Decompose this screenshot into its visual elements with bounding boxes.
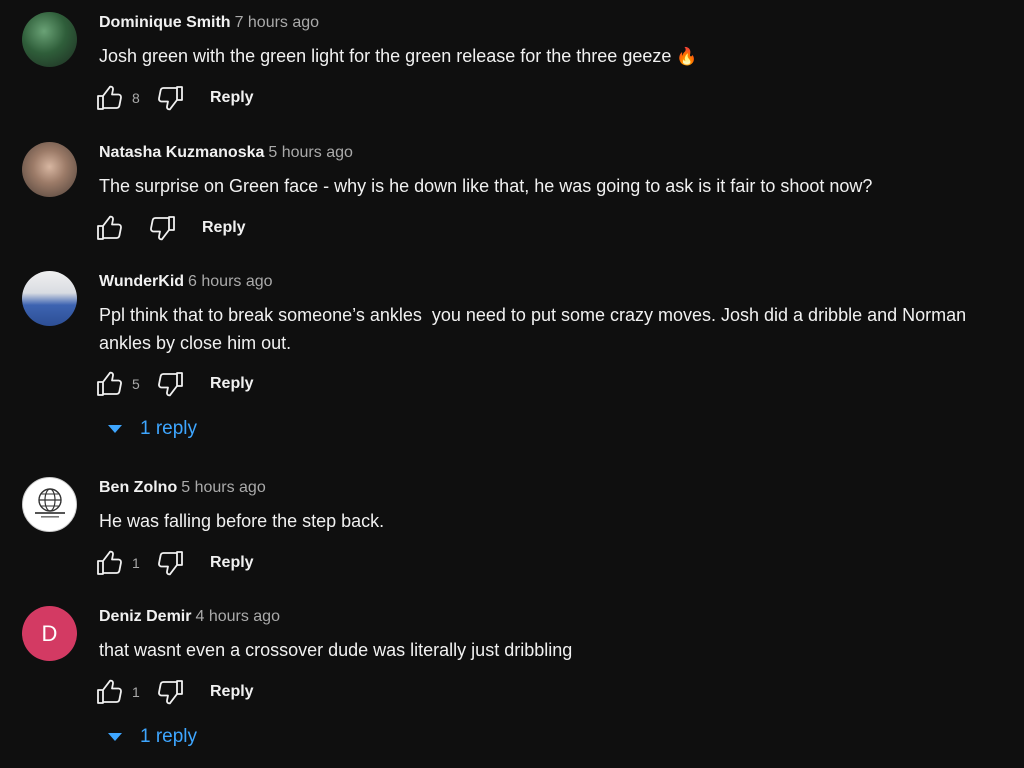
comment-text: Ppl think that to break someone’s ankles… — [99, 305, 967, 353]
comment-actions: Reply — [96, 213, 246, 243]
avatar[interactable] — [22, 12, 77, 67]
dislike-button[interactable] — [156, 85, 184, 111]
timestamp[interactable]: 5 hours ago — [181, 479, 266, 496]
avatar-letter: D — [41, 620, 58, 646]
author-name[interactable]: WunderKid — [99, 273, 184, 290]
thumbs-up-icon — [97, 215, 122, 240]
thumbs-down-icon — [158, 86, 183, 111]
globe-logo-icon — [34, 488, 65, 518]
comments-section: Dominique Smith 7 hours ago Josh green wi… — [0, 0, 1024, 768]
reply-button[interactable]: Reply — [210, 375, 254, 393]
comment-actions: 1 Reply — [96, 548, 254, 578]
author-name[interactable]: Deniz Demir — [99, 608, 191, 625]
comment-header: Dominique Smith 7 hours ago — [99, 14, 319, 32]
thumbs-up-icon — [97, 371, 122, 396]
comment-header: Ben Zolno 5 hours ago — [99, 479, 266, 497]
avatar[interactable] — [22, 477, 77, 532]
dislike-button[interactable] — [148, 215, 176, 241]
caret-down-icon — [106, 731, 124, 743]
comment-header: Natasha Kuzmanoska 5 hours ago — [99, 144, 353, 162]
replies-count-label: 1 reply — [140, 726, 198, 747]
author-name[interactable]: Ben Zolno — [99, 479, 177, 496]
comment-text: that wasnt even a crossover dude was lit… — [99, 640, 573, 660]
comment-actions: 1 Reply — [96, 677, 254, 707]
like-button[interactable] — [96, 215, 124, 241]
like-button[interactable] — [96, 550, 124, 576]
comment-text: The surprise on Green face - why is he d… — [99, 176, 873, 196]
thumbs-down-icon — [158, 680, 183, 705]
like-count: 5 — [132, 376, 140, 392]
like-count: 1 — [132, 684, 140, 700]
fire-emoji: 🔥 — [676, 47, 698, 66]
like-button[interactable] — [96, 679, 124, 705]
reply-button[interactable]: Reply — [210, 683, 254, 701]
author-name[interactable]: Natasha Kuzmanoska — [99, 144, 264, 161]
comment-header: WunderKid 6 hours ago — [99, 273, 273, 291]
reply-button[interactable]: Reply — [210, 554, 254, 572]
avatar[interactable] — [22, 271, 77, 326]
like-count: 8 — [132, 90, 140, 106]
thumbs-up-icon — [97, 679, 122, 704]
view-replies-button[interactable]: 1 reply — [106, 726, 197, 748]
like-button[interactable] — [96, 371, 124, 397]
like-button[interactable] — [96, 85, 124, 111]
replies-count-label: 1 reply — [140, 418, 198, 439]
comment-text: Josh green with the green light for the … — [99, 42, 1024, 71]
comment-header: Deniz Demir 4 hours ago — [99, 608, 280, 626]
comment-actions: 8 Reply — [96, 83, 254, 113]
like-count: 1 — [132, 555, 140, 571]
timestamp[interactable]: 5 hours ago — [268, 144, 353, 161]
avatar[interactable] — [22, 142, 77, 197]
thumbs-up-icon — [97, 85, 122, 110]
comment-text: He was falling before the step back. — [99, 511, 385, 531]
dislike-button[interactable] — [156, 371, 184, 397]
timestamp[interactable]: 6 hours ago — [188, 273, 273, 290]
view-replies-button[interactable]: 1 reply — [106, 418, 197, 440]
thumbs-down-icon — [150, 216, 175, 241]
author-name[interactable]: Dominique Smith — [99, 14, 231, 31]
thumbs-up-icon — [97, 550, 122, 575]
caret-down-icon — [106, 423, 124, 435]
reply-button[interactable]: Reply — [210, 89, 254, 107]
thumbs-down-icon — [158, 372, 183, 397]
thumbs-down-icon — [158, 551, 183, 576]
timestamp[interactable]: 7 hours ago — [235, 14, 320, 31]
reply-button[interactable]: Reply — [202, 219, 246, 237]
timestamp[interactable]: 4 hours ago — [195, 608, 280, 625]
comment-actions: 5 Reply — [96, 369, 254, 399]
comment-text-content: Josh green with the green light for the … — [99, 46, 672, 66]
dislike-button[interactable] — [156, 679, 184, 705]
dislike-button[interactable] — [156, 550, 184, 576]
avatar[interactable]: D — [22, 606, 77, 661]
